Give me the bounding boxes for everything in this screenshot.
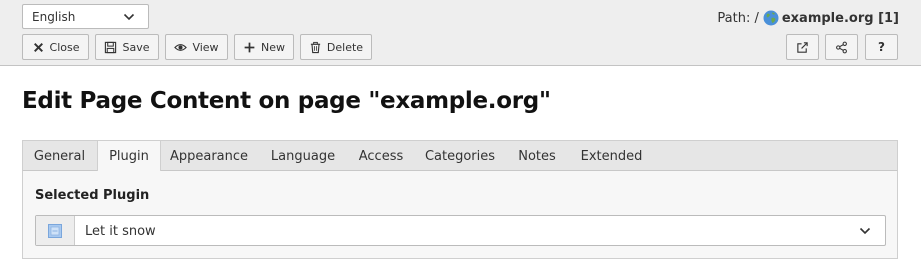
tab-extended[interactable]: Extended [573, 141, 650, 171]
external-link-icon [797, 41, 808, 53]
delete-button[interactable]: Delete [300, 34, 372, 60]
path-site-link[interactable]: example.org [1] [782, 11, 899, 26]
tab-bar: General Plugin Appearance Language Acces… [22, 140, 898, 172]
share-icon [836, 41, 847, 53]
document-header: English Path: / example.org [1] Close Sa… [0, 0, 921, 66]
page-title: Edit Page Content on page "example.org" [22, 88, 551, 114]
plugin-icon-box [36, 216, 75, 245]
delete-button-label: Delete [326, 40, 364, 54]
save-button-label: Save [122, 40, 150, 54]
plugin-select[interactable]: Let it snow [35, 215, 886, 246]
eye-icon [174, 43, 188, 51]
open-external-button[interactable] [786, 34, 819, 60]
view-button-label: View [192, 40, 219, 54]
save-button[interactable]: Save [95, 34, 159, 60]
plus-icon [244, 42, 255, 52]
tab-categories[interactable]: Categories [418, 141, 502, 171]
language-select-value: English [32, 10, 76, 24]
plugin-tab-panel: Selected Plugin Let it snow [22, 171, 898, 259]
close-button[interactable]: Close [22, 34, 89, 60]
tab-notes[interactable]: Notes [510, 141, 564, 171]
tab-language[interactable]: Language [262, 141, 344, 171]
selected-plugin-label: Selected Plugin [35, 188, 150, 203]
chevron-down-icon [123, 13, 135, 21]
close-button-label: Close [49, 40, 80, 54]
language-select[interactable]: English [22, 4, 149, 29]
tab-plugin[interactable]: Plugin [97, 140, 161, 172]
tab-appearance[interactable]: Appearance [163, 141, 255, 171]
view-button[interactable]: View [165, 34, 228, 60]
plugin-select-value: Let it snow [85, 224, 156, 239]
breadcrumb: Path: / example.org [1] [717, 9, 899, 27]
save-icon [105, 41, 117, 53]
new-button-label: New [261, 40, 285, 54]
share-button[interactable] [825, 34, 858, 60]
help-button[interactable]: ? [865, 34, 898, 60]
tab-access[interactable]: Access [350, 141, 412, 171]
globe-icon [763, 10, 779, 26]
help-icon: ? [878, 40, 885, 54]
trash-icon [310, 41, 321, 53]
close-icon [33, 42, 43, 52]
tab-general[interactable]: General [23, 141, 96, 171]
plugin-icon [48, 223, 62, 238]
path-label: Path: / [717, 10, 759, 26]
chevron-down-icon [859, 227, 871, 235]
new-button[interactable]: New [234, 34, 294, 60]
